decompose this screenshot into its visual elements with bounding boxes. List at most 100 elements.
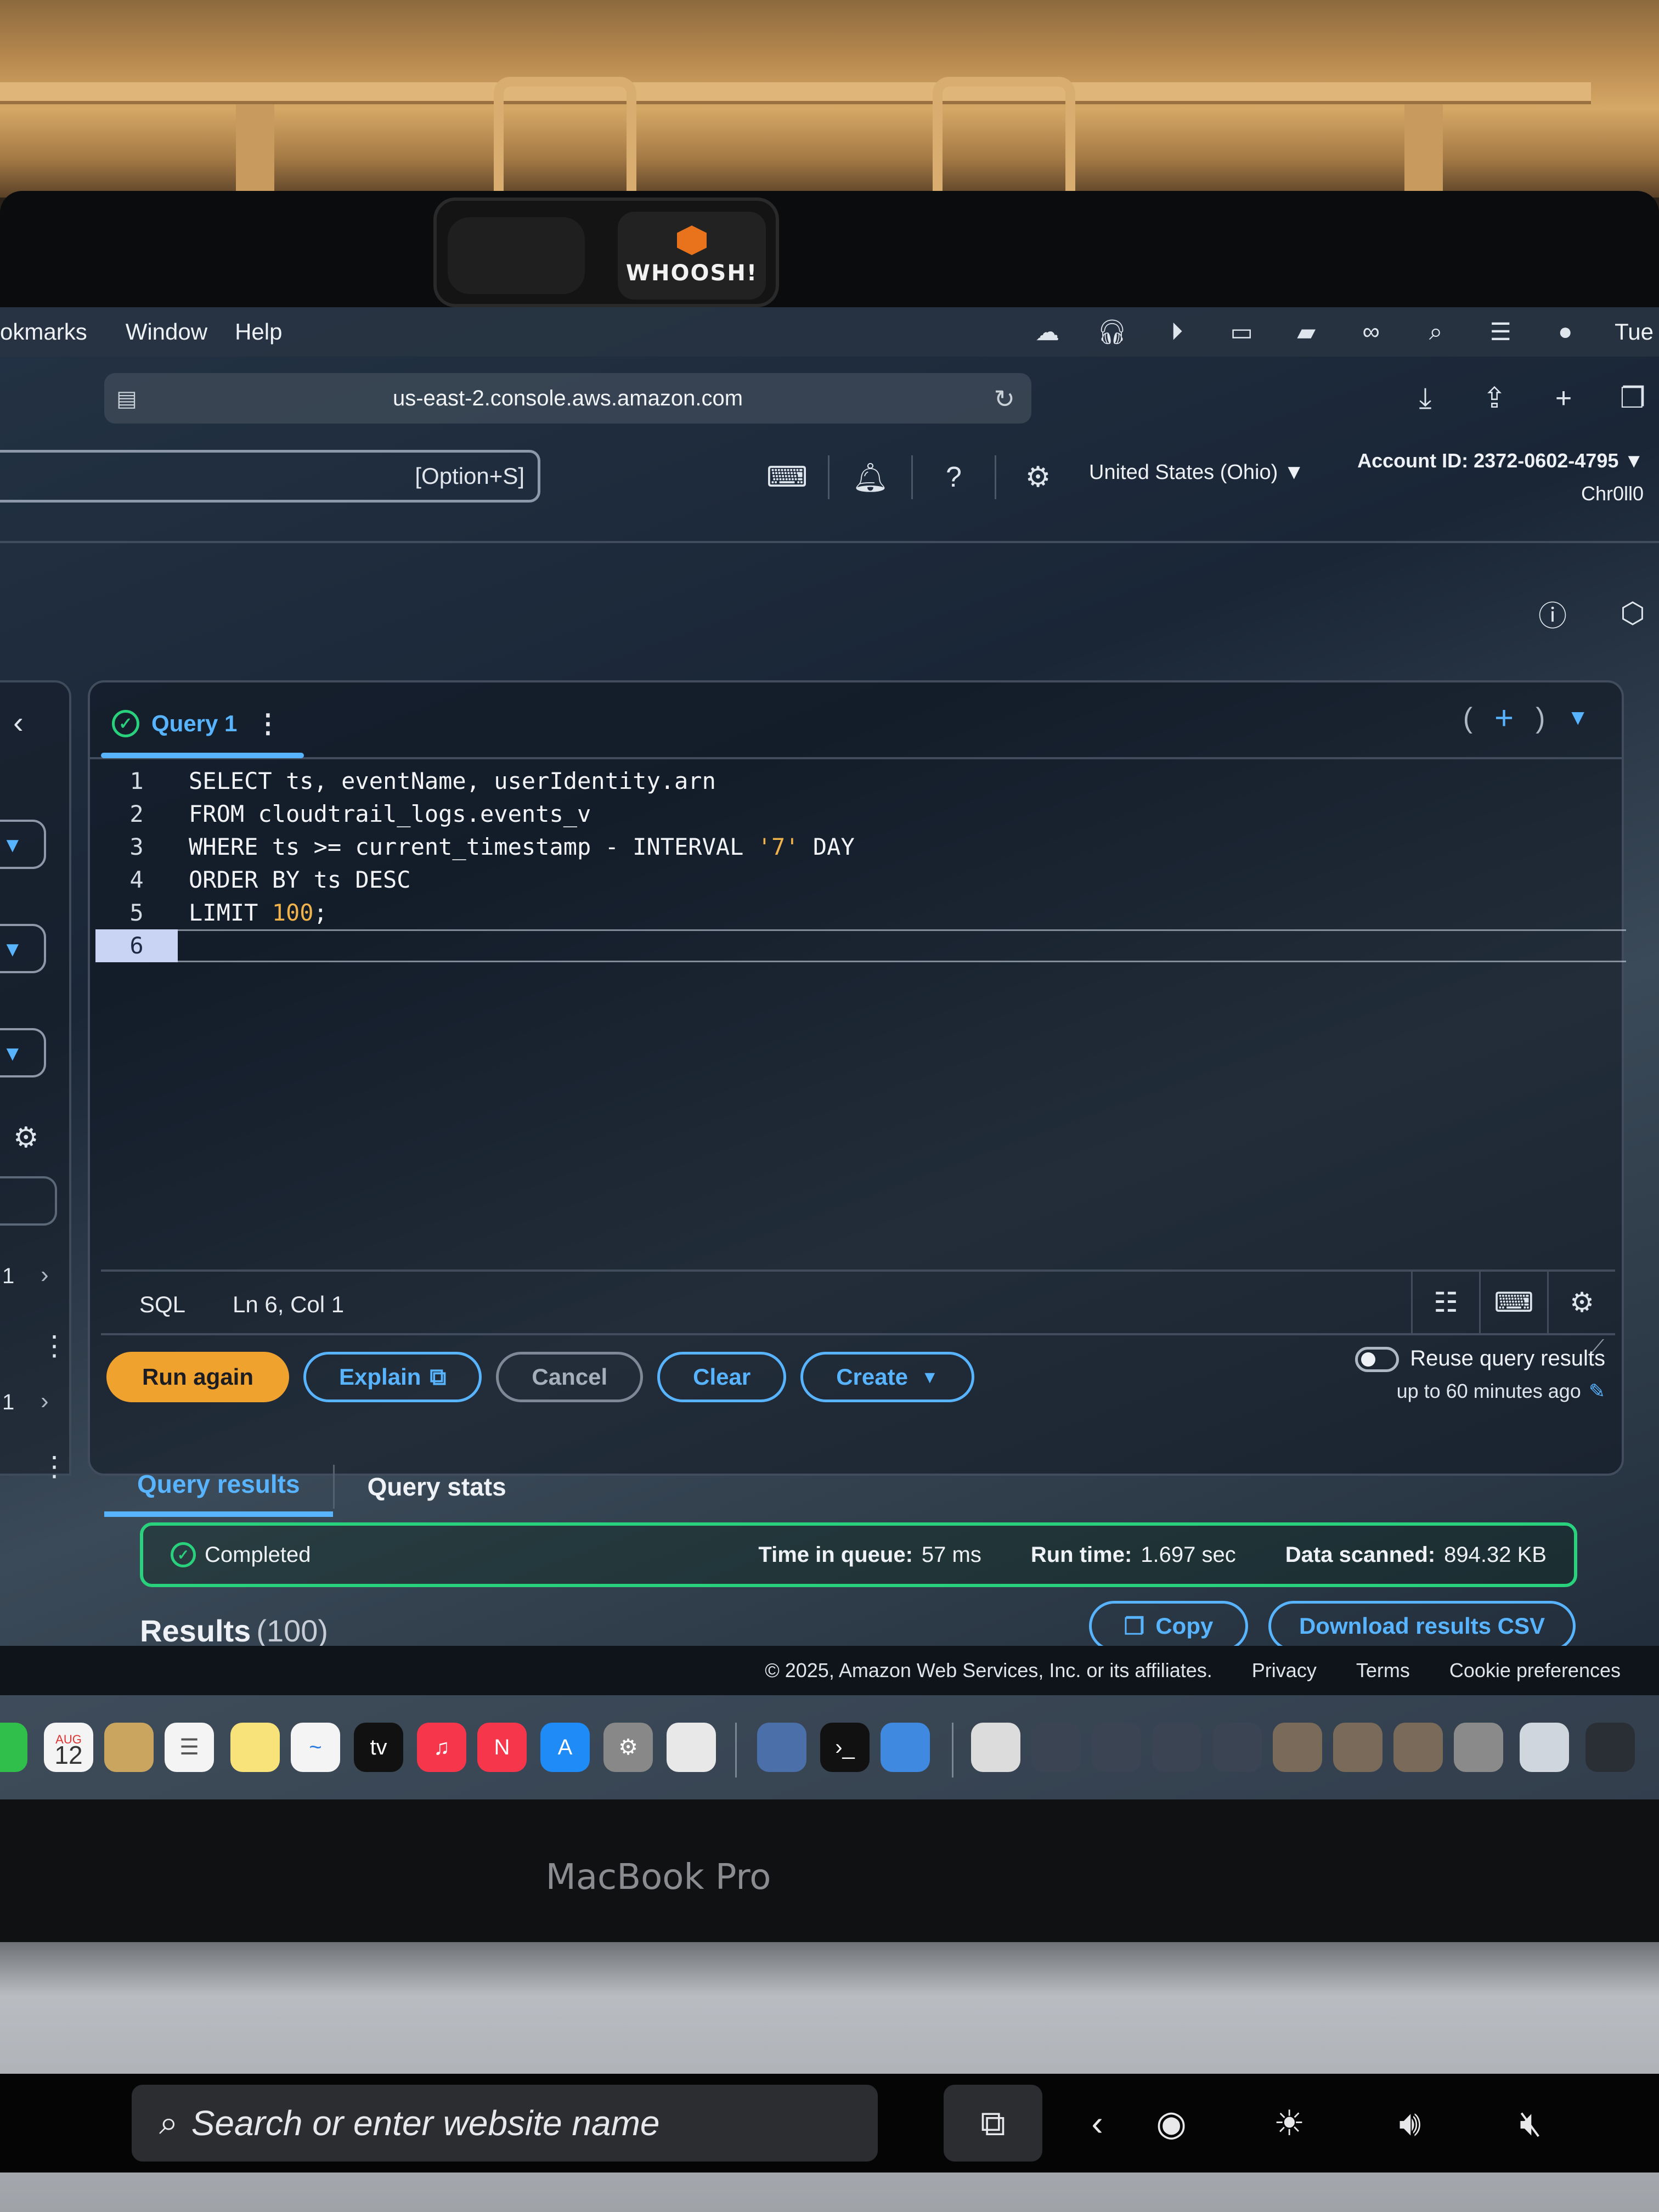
edit-pencil-icon[interactable]: ✎ [1589, 1380, 1605, 1402]
menu-window[interactable]: Window [126, 319, 235, 345]
minimized-window-icon[interactable] [1393, 1723, 1443, 1772]
music-icon[interactable]: ♫ [417, 1723, 466, 1772]
code-line[interactable]: ORDER BY ts DESC [189, 864, 411, 896]
aws-search-input[interactable]: [Option+S] [0, 450, 540, 503]
collapse-panel-chevron-icon[interactable]: ‹ [13, 704, 24, 740]
privacy-link[interactable]: Privacy [1252, 1659, 1317, 1682]
region-selector[interactable]: United States (Ohio) ▼ [1089, 461, 1304, 484]
data-source-select[interactable]: ▼ [0, 820, 46, 869]
account-menu[interactable]: Account ID: 2372-0602-4795 ▼ Chr0ll0 [1357, 444, 1644, 510]
system-settings-icon[interactable]: ⚙ [603, 1723, 653, 1772]
format-query-icon[interactable]: ☷ [1411, 1272, 1479, 1333]
share-icon[interactable]: ⇪ [1479, 382, 1510, 414]
new-tab-icon[interactable]: + [1548, 382, 1579, 414]
notifications-bell-icon[interactable]: 🔔︎ [830, 455, 913, 499]
account-id[interactable]: Account ID: 2372-0602-4795 ▼ [1357, 444, 1644, 477]
hexagon-settings-icon[interactable]: ⬡ [1617, 597, 1648, 629]
news-icon[interactable]: N [477, 1723, 527, 1772]
downloads-icon[interactable]: ⤓ [1410, 382, 1441, 414]
create-button[interactable]: Create ▼ [800, 1352, 974, 1402]
tabs-icon[interactable]: ❐ [1617, 382, 1648, 414]
url-text[interactable]: us-east-2.console.aws.amazon.com [393, 386, 743, 411]
more-options-icon[interactable]: ⋮ [41, 1330, 68, 1362]
menu-bookmarks[interactable]: okmarks [0, 319, 115, 345]
tab-query-1[interactable]: ✓ Query 1 ⋮ [112, 699, 281, 748]
touchbar-tabs-button[interactable]: ⧉ [944, 2085, 1042, 2162]
cancel-button[interactable]: Cancel [496, 1352, 644, 1402]
expand-chevron-icon[interactable]: › [41, 1261, 49, 1289]
terms-link[interactable]: Terms [1356, 1659, 1410, 1682]
battery-icon[interactable]: ▰ [1291, 317, 1322, 347]
trash-icon[interactable] [1585, 1723, 1635, 1772]
help-icon[interactable]: ? [913, 455, 996, 499]
menu-help[interactable]: Help [235, 319, 309, 345]
code-line[interactable]: LIMIT 100; [189, 896, 328, 929]
minimized-window-icon[interactable] [1273, 1723, 1322, 1772]
explain-button[interactable]: Explain ⧉ [303, 1352, 482, 1402]
apple-tv-icon[interactable]: tv [354, 1723, 403, 1772]
minimized-window-icon[interactable] [1454, 1723, 1503, 1772]
csv-document-icon[interactable] [971, 1723, 1020, 1772]
expand-chevron-icon[interactable]: › [41, 1387, 49, 1415]
contacts-icon[interactable] [104, 1723, 154, 1772]
minimized-window-icon[interactable] [1031, 1723, 1081, 1772]
iphone-mirroring-icon[interactable] [667, 1723, 716, 1772]
spotlight-search-icon[interactable]: ⌕ [1420, 317, 1451, 347]
run-again-button[interactable]: Run again [106, 1352, 290, 1402]
minimized-window-icon[interactable] [1152, 1723, 1201, 1772]
display-icon[interactable]: ▭ [1226, 317, 1257, 347]
control-center-icon[interactable]: ☰ [1485, 317, 1516, 347]
touchbar-siri-icon[interactable]: ◉ [1147, 2085, 1196, 2162]
cookie-preferences-link[interactable]: Cookie preferences [1449, 1659, 1621, 1682]
reuse-results-toggle[interactable] [1355, 1347, 1400, 1373]
address-bar[interactable]: ▤ us-east-2.console.aws.amazon.com ↻ [104, 373, 1031, 424]
sql-editor[interactable]: 1 2 3 4 5 6 SELECT ts, eventName, userId… [95, 765, 1626, 1361]
catalog-select[interactable]: ▼ [0, 924, 46, 973]
minimized-window-icon[interactable] [1092, 1723, 1141, 1772]
icloud-icon[interactable]: ☁ [1032, 317, 1063, 347]
menubar-clock[interactable]: Tue [1615, 319, 1654, 345]
database-select[interactable]: ▼ [0, 1028, 46, 1077]
more-options-icon[interactable]: ⋮ [41, 1451, 68, 1482]
touchbar-brightness-icon[interactable]: ☀ [1262, 2085, 1317, 2162]
preview-icon[interactable] [757, 1723, 806, 1772]
code-line[interactable]: WHERE ts >= current_timestamp - INTERVAL… [189, 831, 855, 864]
play-icon[interactable]: ⏵ [1161, 317, 1192, 347]
download-results-csv-button[interactable]: Download results CSV [1268, 1601, 1576, 1651]
info-icon[interactable]: ⓘ [1537, 598, 1568, 633]
code-line[interactable]: FROM cloudtrail_logs.events_v [189, 798, 591, 831]
terminal-icon[interactable]: ›_ [820, 1723, 870, 1772]
code-line[interactable]: SELECT ts, eventName, userIdentity.arn [189, 765, 716, 798]
link-icon[interactable]: ∞ [1356, 317, 1386, 347]
cloudshell-icon[interactable]: ⌨ [746, 455, 830, 499]
editor-settings-gear-icon[interactable]: ⚙ [1547, 1272, 1615, 1333]
app-store-icon[interactable]: A [540, 1723, 590, 1772]
add-query-tab-icon[interactable]: + [1494, 699, 1514, 737]
facetime-icon[interactable] [0, 1723, 27, 1772]
touchbar-search[interactable]: ⌕ Search or enter website name [132, 2085, 878, 2162]
tab-overview-icon[interactable]: ▤ [116, 386, 137, 411]
freeform-icon[interactable]: ~ [291, 1723, 340, 1772]
keyboard-shortcuts-icon[interactable]: ⌨ [1479, 1272, 1547, 1333]
reminders-icon[interactable]: ☰ [165, 1723, 214, 1772]
touchbar-volume-icon[interactable]: 🔊︎ [1383, 2085, 1437, 2162]
tab-query-results[interactable]: Query results [104, 1457, 333, 1517]
notes-icon[interactable] [230, 1723, 280, 1772]
siri-icon[interactable]: ● [1550, 317, 1581, 347]
filter-input[interactable] [0, 1176, 57, 1226]
copy-button[interactable]: ❐ Copy [1089, 1601, 1248, 1651]
reload-icon[interactable]: ↻ [994, 384, 1015, 414]
touchbar-collapse-icon[interactable]: ‹ [1075, 2085, 1119, 2162]
panel-settings-icon[interactable]: ⚙ [13, 1121, 39, 1154]
tabs-dropdown-icon[interactable]: ▼ [1567, 706, 1589, 730]
calendar-icon[interactable]: AUG 12 [44, 1723, 93, 1772]
minimized-window-icon[interactable] [1333, 1723, 1383, 1772]
tab-menu-icon[interactable]: ⋮ [255, 708, 281, 739]
clear-button[interactable]: Clear [657, 1352, 787, 1402]
minimized-window-icon[interactable] [1212, 1723, 1262, 1772]
tab-query-stats[interactable]: Query stats [335, 1457, 539, 1517]
settings-gear-icon[interactable]: ⚙ [996, 455, 1080, 499]
headphones-icon[interactable]: 🎧︎ [1097, 317, 1127, 347]
keynote-icon[interactable] [881, 1723, 930, 1772]
touchbar-mute-icon[interactable]: 🔇︎ [1503, 2085, 1558, 2162]
